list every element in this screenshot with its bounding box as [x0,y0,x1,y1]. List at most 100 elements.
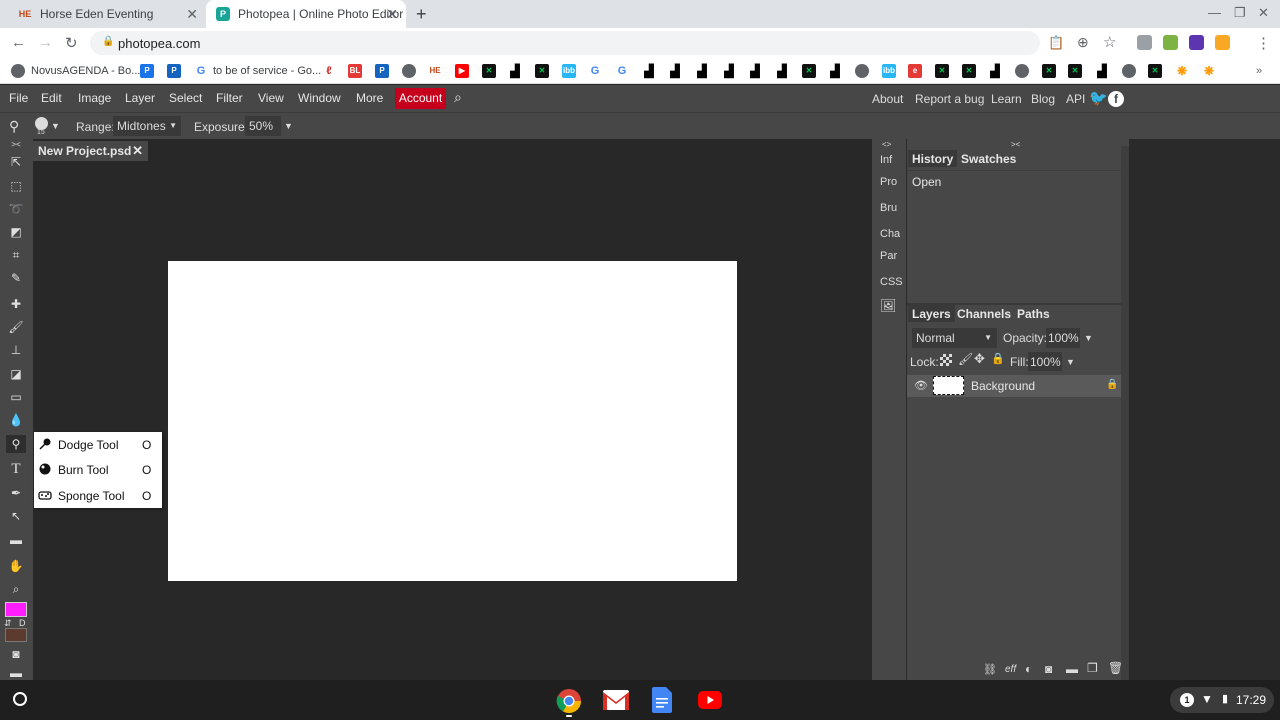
opacity-dropdown-icon[interactable]: ▼ [1084,333,1093,343]
link-api[interactable]: API [1066,92,1085,106]
bookmark-e[interactable]: e [908,63,922,79]
tab-channels[interactable]: Channels [953,305,1015,322]
brush-dropdown-icon[interactable]: ▼ [51,121,60,131]
bookmark-green4[interactable]: ✕ [935,63,949,79]
tab-swatches[interactable]: Swatches [957,150,1020,167]
tab-paths[interactable]: Paths [1013,305,1054,322]
link-report-bug[interactable]: Report a bug [915,92,984,106]
clone-stamp-tool-icon[interactable]: ⊥ [6,341,26,359]
visibility-eye-icon[interactable]: 👁 [914,379,928,392]
bookmark-novusagenda[interactable]: NovusAGENDA - Bo... [11,63,140,79]
quick-mask-icon[interactable]: ◙ [6,645,26,663]
address-bar[interactable]: 🔒 photopea.com 📋 ⊕ ☆ [90,31,1116,55]
bookmark-to-be-of-service[interactable]: G to be of service - Go... [194,63,321,79]
close-window-icon[interactable]: ✕ [1258,5,1269,21]
zoom-tool-icon[interactable]: ⌕ [6,580,26,598]
default-colors-label[interactable]: D [19,618,26,628]
collapse-toolbar-icon[interactable]: >< [6,139,26,149]
range-select[interactable]: Midtones ▼ [113,116,181,136]
panel-brush[interactable]: Bru [880,202,897,214]
bookmark-green2[interactable]: ✕ [535,63,549,79]
tab-history[interactable]: History [908,150,958,167]
reload-icon[interactable]: ↻ [65,34,78,52]
bookmark-he[interactable]: HE [428,63,442,79]
new-folder-icon[interactable]: ▬ [1066,662,1078,676]
document-canvas[interactable] [168,261,737,581]
panel-properties[interactable]: Pro [880,176,897,188]
marquee-tool-icon[interactable]: ⬚ [6,177,26,195]
layer-effects-button[interactable]: eff [1005,664,1016,675]
bookmark-p2[interactable]: P [375,63,389,79]
bookmark-ibb2[interactable]: ibb [882,63,896,79]
tab-layers[interactable]: Layers [908,305,955,322]
bookmark-paw[interactable]: ❋ [1175,63,1189,79]
close-tab-icon[interactable]: ✕ [186,6,198,23]
fill-input[interactable]: 100% [1028,352,1062,371]
healing-tool-icon[interactable]: ✚ [6,295,26,313]
twitter-icon[interactable]: 🐦 [1089,89,1108,107]
bookmark-bl[interactable]: BL [348,63,362,79]
bookmark-block2[interactable]: ▟ [642,63,656,79]
bookmark-green[interactable]: ✕ [482,63,496,79]
lock-transparency-icon[interactable] [940,354,952,366]
blur-tool-icon[interactable]: 💧 [6,411,26,429]
bookmark-google[interactable]: G [588,63,602,79]
flyout-burn-tool[interactable]: Burn Tool O [34,457,162,482]
image-panel-icon[interactable]: 🖼 [880,298,897,314]
collapse-panels-icon[interactable]: >< [1011,140,1020,149]
blend-mode-select[interactable]: Normal ▼ [912,328,997,348]
minimize-icon[interactable]: — [1208,5,1221,20]
lock-all-icon[interactable]: 🔒 [991,352,1005,365]
eraser-tool-icon[interactable]: ◪ [6,365,26,383]
new-tab-button[interactable]: + [416,4,427,25]
bookmark-green8[interactable]: ✕ [1148,63,1162,79]
tab-photopea[interactable]: P Photopea | Online Photo Editor ✕ [206,0,406,28]
bookmark-block8[interactable]: ▟ [828,63,842,79]
bookmark-block10[interactable]: ▟ [1095,63,1109,79]
bookmarks-overflow-icon[interactable]: » [1256,63,1262,79]
lock-pixels-icon[interactable]: 🖌 [958,352,973,366]
gmail-app-icon[interactable] [603,690,629,714]
youtube-app-icon[interactable] [698,691,724,715]
new-layer-icon[interactable]: ❐ [1087,661,1098,675]
opacity-input[interactable]: 100% [1046,328,1080,348]
bookmark-paw2[interactable]: ❋ [1202,63,1216,79]
link-layers-icon[interactable]: ⛓ [983,663,997,676]
facebook-icon[interactable]: f [1108,91,1124,107]
bookmark-globe[interactable] [402,63,416,79]
shape-tool-icon[interactable]: ▬ [6,531,26,549]
exposure-dropdown-icon[interactable]: ▼ [284,121,293,131]
quick-select-tool-icon[interactable]: ◩ [6,223,26,241]
bookmark-block9[interactable]: ▟ [988,63,1002,79]
link-about[interactable]: About [872,92,903,106]
back-icon[interactable]: ← [11,34,26,51]
bookmark-green7[interactable]: ✕ [1068,63,1082,79]
fill-dropdown-icon[interactable]: ▼ [1066,357,1075,367]
crop-tool-icon[interactable]: ⌗ [6,246,26,264]
bookmark-green5[interactable]: ✕ [962,63,976,79]
bookmark-star-icon[interactable]: ☆ [1103,33,1116,51]
menu-more[interactable]: More [356,91,383,105]
foreground-color-swatch[interactable] [5,602,27,617]
bookmark-block5[interactable]: ▟ [722,63,736,79]
menu-select[interactable]: Select [169,91,202,105]
menu-filter[interactable]: Filter [216,91,243,105]
expand-panels-icon[interactable]: <> [882,140,891,149]
chrome-app-icon[interactable] [556,688,582,717]
move-tool-icon[interactable]: ⇱ [6,153,26,171]
panel-paragraph[interactable]: Par [880,250,897,262]
restore-icon[interactable]: ❐ [1234,5,1246,21]
bookmark-globe4[interactable] [1122,63,1136,79]
bookmark-block4[interactable]: ▟ [695,63,709,79]
pen-tool-icon[interactable]: ✒ [6,484,26,502]
layer-row[interactable]: 👁 Background 🔒 [907,375,1121,397]
bookmark-globe2[interactable] [855,63,869,79]
dino-extension-icon[interactable] [1163,35,1178,50]
flyout-sponge-tool[interactable]: Sponge Tool O [34,483,162,508]
menu-image[interactable]: Image [78,91,111,105]
bookmark-8[interactable]: ℓ [322,63,336,79]
lasso-tool-icon[interactable]: ➰ [6,200,26,218]
bookmark-p[interactable]: P [167,63,181,79]
tiger-extension-icon[interactable] [1215,35,1230,50]
menu-view[interactable]: View [258,91,284,105]
